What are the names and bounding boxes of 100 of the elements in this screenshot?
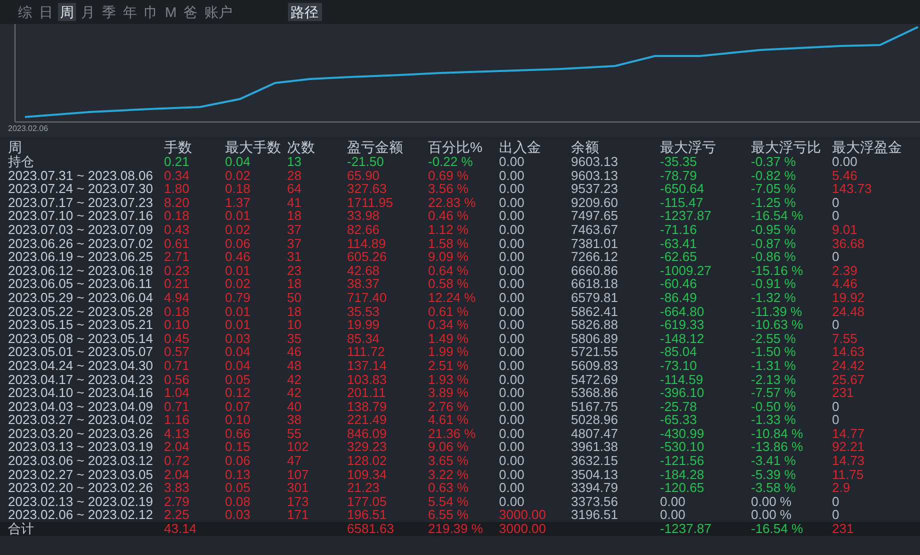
table-cell-text: 231 [832,386,855,400]
period-cell-text: 2023.07.03 ~ 2023.07.09 [7,222,154,237]
table-cell-text: 3.56 % [428,182,470,196]
table-cell-text: 9537.23 [571,182,619,196]
table-cell-text: 143.73 [832,182,873,196]
table-cell-text: 0.10 [164,318,190,332]
table-cell-text: 0 [832,400,840,414]
table-cell-text: 0.00 [499,290,526,305]
table-cell-text: 0 [832,508,840,522]
table-cell-text: -0.50 % [751,400,797,414]
table-cell-text: 13 [287,155,302,169]
table-cell-text: -10.84 % [751,426,804,440]
table-cell-text: 1.99 % [428,345,470,359]
table-cell-text: -10.63 % [751,318,804,332]
table-cell-text: -71.16 [660,222,698,237]
table-cell-text: -73.10 [660,358,698,372]
table-cell-text: 0.18 [225,182,252,196]
period-tab[interactable]: 综 [16,3,34,21]
table-cell-text: 0.34 % [428,318,470,332]
table-cell-text: 48 [287,358,302,372]
table-cell-text: 7266.12 [571,250,619,264]
table-cell-text: 1.12 % [428,222,470,237]
table-cell-text: 3000.00 [499,508,547,522]
table-cell-text: 9.09 % [428,250,470,264]
period-tab[interactable]: 年 [121,3,139,21]
period-cell-text: 2023.05.22 ~ 2023.05.28 [7,304,154,318]
period-cell-text: 2023.02.13 ~ 2023.02.19 [7,494,154,508]
table-cell-text: 0 [832,209,840,223]
period-tab[interactable]: 爸 [182,3,200,21]
table-cell-text: 0.72 [164,454,190,468]
table-cell-text: -0.22 % [428,155,474,169]
period-tab[interactable]: 巾 [142,3,160,21]
table-cell-text: 0 [832,318,840,332]
table-cell-text: 0.00 [499,386,526,400]
table-cell-text: 1.80 [164,182,190,196]
table-cell-text: 2.25 [164,508,190,522]
table-cell-text: -16.54 % [751,209,804,223]
period-cell-text: 合计 [7,522,35,536]
table-cell-text: -78.79 [660,168,698,182]
table-cell-text: 231 [832,522,855,536]
period-cell-text: 2023.07.31 ~ 2023.08.06 [7,168,154,182]
table-cell-text: 0.18 [164,304,190,318]
period-tab[interactable]: M [163,3,179,21]
period-tab[interactable]: 月 [79,3,97,21]
table-cell-text: 0.00 [499,345,526,359]
table-cell-text: -1237.87 [660,209,712,223]
table-cell-text: 82.66 [347,222,381,237]
table-cell-text: 0.69 % [428,168,470,182]
table-cell-text: 7497.65 [571,209,619,223]
table-cell-text: 0.56 [164,372,190,386]
table-cell-text: 40 [287,400,302,414]
table-cell-text: -1237.87 [660,522,712,536]
path-button[interactable]: 路径 [288,3,322,21]
column-header: 手数 [164,140,193,155]
period-cell-text: 2023.07.10 ~ 2023.07.16 [7,209,154,223]
table-cell-text: 2.39 [832,264,858,278]
period-tab[interactable]: 日 [37,3,55,21]
table-cell-text: 3.83 [164,481,190,495]
column-header: 最大手数 [225,140,282,155]
table-cell-text: 50 [287,290,302,305]
period-tab[interactable]: 周 [58,3,76,21]
table-cell-text: 221.49 [347,413,388,427]
table-cell-text: -1.31 % [751,358,797,372]
table-cell-text: 0.00 [499,168,526,182]
table-cell-text: 22.83 % [428,196,477,210]
table-cell-text: -148.12 [660,332,706,346]
period-cell-text: 2023.03.13 ~ 2023.03.19 [7,440,154,454]
table-cell-text: 301 [287,481,310,495]
table-cell-text: 0.00 [499,332,526,346]
table-cell-text: 0.00 [499,264,526,278]
table-cell-text: 1.93 % [428,372,470,386]
table-cell-text: 37 [287,236,302,250]
table-cell-text: 196.51 [347,508,388,522]
period-cell-text: 2023.05.29 ~ 2023.06.04 [7,290,154,305]
table-cell-text: 42 [287,372,302,386]
table-cell-text: 0.12 [225,386,252,400]
table-cell-text: 201.11 [347,386,387,400]
table-cell-text: 0.46 [225,250,252,264]
period-cell-text: 2023.04.24 ~ 2023.04.30 [7,358,154,372]
period-cell-text: 2023.06.19 ~ 2023.06.25 [7,250,154,264]
table-cell-text: 1.37 [225,196,252,210]
table-cell-text: 0.06 [225,454,252,468]
table-cell-text: 36.68 [832,236,866,250]
table-cell-text: -1.50 % [751,345,797,359]
table-cell-text: 1.04 [164,386,190,400]
table-cell-text: 0.01 [225,264,252,278]
table-cell-text: 0.71 [164,358,190,372]
period-cell-text: 2023.04.17 ~ 2023.04.23 [7,372,154,386]
period-tab[interactable]: 账户 [202,3,235,21]
table-cell-text: 41 [287,196,302,210]
column-header: 百分比% [428,140,484,155]
table-cell-text: 4.61 % [428,413,470,427]
table-cell-text: 10 [287,318,302,332]
table-cell-text: 0.08 [225,494,252,508]
table-cell-text: 6579.81 [571,290,619,305]
table-cell-text: 0.18 [164,209,190,223]
table-cell-text: 2.51 % [428,358,470,372]
period-tab[interactable]: 季 [100,3,118,21]
table-cell-text: 25.67 [832,372,866,386]
table-cell-text: -1.32 % [751,290,797,305]
